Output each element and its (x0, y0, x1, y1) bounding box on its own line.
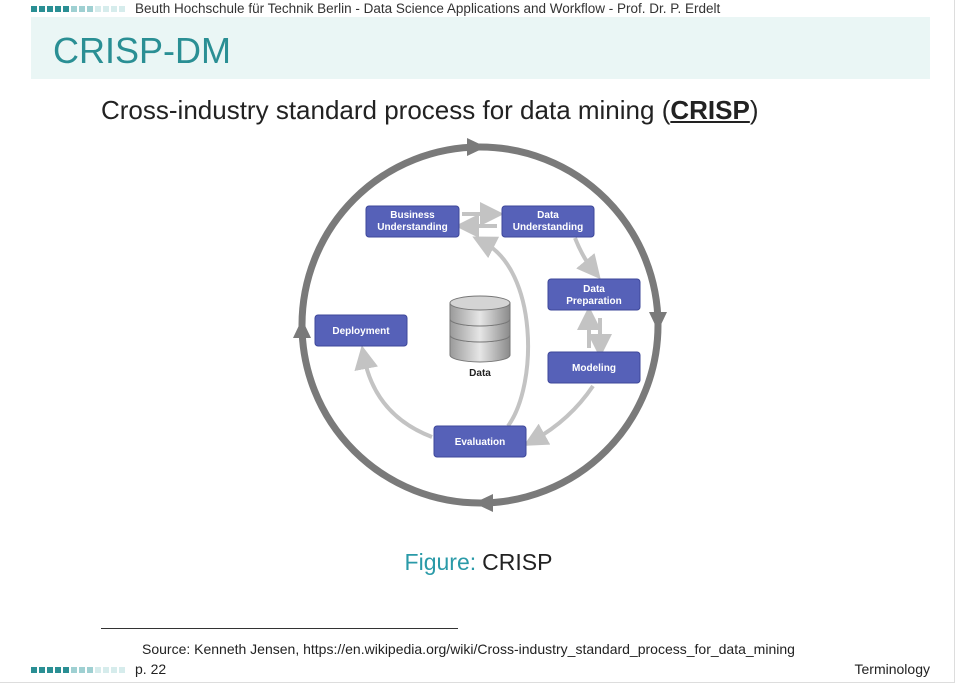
decor-square (87, 6, 93, 12)
arrow-du-to-dp (573, 237, 601, 280)
node-label: Deployment (332, 326, 390, 337)
decor-square (119, 667, 125, 673)
slide-heading: Cross-industry standard process for data… (101, 95, 759, 126)
heading-suffix: ) (749, 95, 759, 125)
decor-square (39, 6, 45, 12)
decor-square (95, 6, 101, 12)
heading-prefix: Cross-industry standard process for data… (101, 95, 671, 125)
database-label: Data (469, 368, 491, 379)
decor-square (103, 667, 109, 673)
outer-arrow-bottom (474, 494, 493, 512)
decor-square (47, 667, 53, 673)
node-evaluation: Evaluation (433, 425, 527, 458)
node-modeling: Modeling (547, 351, 641, 384)
node-label-line2: Preparation (566, 296, 622, 307)
section-name: Terminology (854, 661, 930, 677)
footnote-source: Source: Kenneth Jensen, https://en.wikip… (142, 641, 795, 657)
header-text: Beuth Hochschule für Technik Berlin - Da… (135, 1, 721, 16)
arrow-mod-to-eval (523, 384, 595, 446)
decor-square (31, 6, 37, 12)
node-label-line2: Understanding (513, 222, 584, 233)
decor-square (31, 667, 37, 673)
decor-square (79, 6, 85, 12)
decor-square (55, 667, 61, 673)
outer-arrow-right (649, 312, 667, 331)
figure-caption: Figure: CRISP (0, 549, 957, 576)
node-label: Modeling (572, 363, 616, 374)
node-label-line1: Business (390, 210, 435, 221)
outer-arrow-top (467, 138, 486, 156)
decor-square (71, 6, 77, 12)
decor-square (63, 6, 69, 12)
footer-squares (31, 667, 125, 673)
node-data-preparation: Data Preparation (547, 278, 641, 311)
decor-square (55, 6, 61, 12)
node-label: Evaluation (455, 437, 506, 448)
decor-square (79, 667, 85, 673)
title-bar: CRISP-DM (31, 17, 930, 79)
decor-square (95, 667, 101, 673)
node-data-understanding: Data Understanding (501, 205, 595, 238)
header-squares (31, 6, 125, 12)
heading-acronym: CRISP (670, 95, 750, 125)
caption-text: CRISP (482, 549, 553, 575)
decor-square (119, 6, 125, 12)
decor-square (71, 667, 77, 673)
arrow-eval-to-deploy (354, 345, 433, 439)
node-business-understanding: Business Understanding (365, 205, 460, 238)
page-number: p. 22 (135, 661, 167, 677)
decor-square (103, 6, 109, 12)
node-label-line1: Data (537, 210, 559, 221)
decor-square (87, 667, 93, 673)
node-label-line2: Understanding (377, 222, 448, 233)
crisp-dm-diagram: Business Understanding Data Understandin… (293, 138, 667, 512)
database-icon (449, 295, 511, 363)
caption-label: Figure: (404, 549, 477, 575)
node-deployment: Deployment (314, 314, 408, 347)
node-label-line1: Data (583, 284, 605, 295)
footnote-rule (101, 628, 458, 629)
decor-square (63, 667, 69, 673)
slide-title: CRISP-DM (53, 30, 231, 71)
decor-square (111, 6, 117, 12)
decor-square (111, 667, 117, 673)
decor-square (39, 667, 45, 673)
outer-arrow-left (293, 319, 311, 338)
decor-square (47, 6, 53, 12)
